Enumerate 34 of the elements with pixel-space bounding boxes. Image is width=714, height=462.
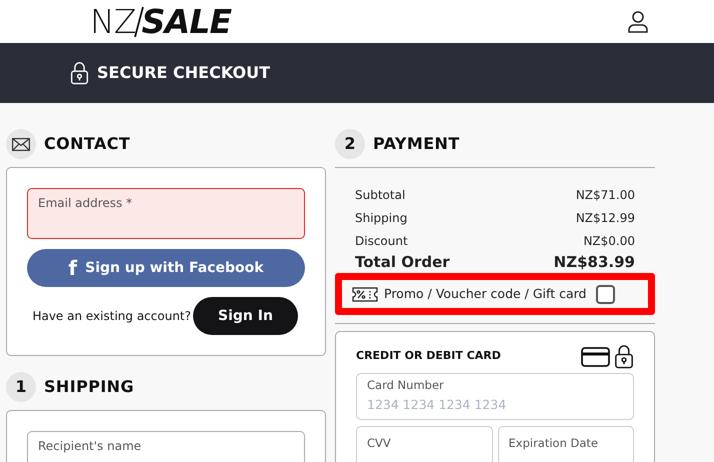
slash-icon bbox=[134, 6, 144, 38]
expiration-date-field[interactable]: Expiration Date bbox=[498, 426, 634, 462]
summary-label: Total Order bbox=[355, 253, 450, 272]
banner-title: SECURE CHECKOUT bbox=[97, 62, 270, 84]
summary-label: Shipping bbox=[355, 210, 408, 227]
credit-card-icon bbox=[581, 346, 610, 366]
summary-value: NZ$71.00 bbox=[576, 187, 635, 204]
logo[interactable]: NZ SALE bbox=[90, 5, 232, 38]
user-icon[interactable] bbox=[628, 10, 648, 32]
email-field[interactable]: Email address * bbox=[27, 188, 305, 239]
promo-checkbox[interactable] bbox=[596, 284, 616, 304]
summary-label: Subtotal bbox=[355, 187, 406, 204]
cvv-field[interactable]: CVV bbox=[356, 426, 492, 462]
ticket-icon bbox=[352, 286, 378, 302]
account-prompt: Have an existing account? bbox=[32, 308, 191, 325]
recipient-name-field[interactable]: Recipient's name bbox=[27, 431, 305, 462]
card-panel-title: CREDIT OR DEBIT CARD bbox=[356, 348, 501, 364]
summary-value: NZ$0.00 bbox=[583, 233, 635, 250]
sign-in-button[interactable]: Sign In bbox=[193, 297, 298, 335]
step-number: 2 bbox=[335, 129, 365, 159]
facebook-signup-button[interactable]: f Sign up with Facebook bbox=[27, 249, 305, 287]
promo-label: Promo / Voucher code / Gift card bbox=[384, 284, 586, 303]
padlock-icon bbox=[70, 61, 89, 85]
step-number: 1 bbox=[6, 372, 36, 402]
card-number-label: Card Number bbox=[367, 377, 444, 394]
summary-value: NZ$12.99 bbox=[576, 210, 635, 227]
promo-row[interactable]: Promo / Voucher code / Gift card bbox=[335, 273, 655, 315]
summary-label: Discount bbox=[355, 233, 408, 250]
envelope-icon bbox=[12, 138, 30, 150]
section-title: SHIPPING bbox=[44, 376, 134, 398]
summary-value: NZ$83.99 bbox=[554, 253, 635, 272]
padlock-icon bbox=[614, 344, 634, 369]
section-title: CONTACT bbox=[44, 133, 130, 155]
section-title: PAYMENT bbox=[373, 133, 460, 155]
